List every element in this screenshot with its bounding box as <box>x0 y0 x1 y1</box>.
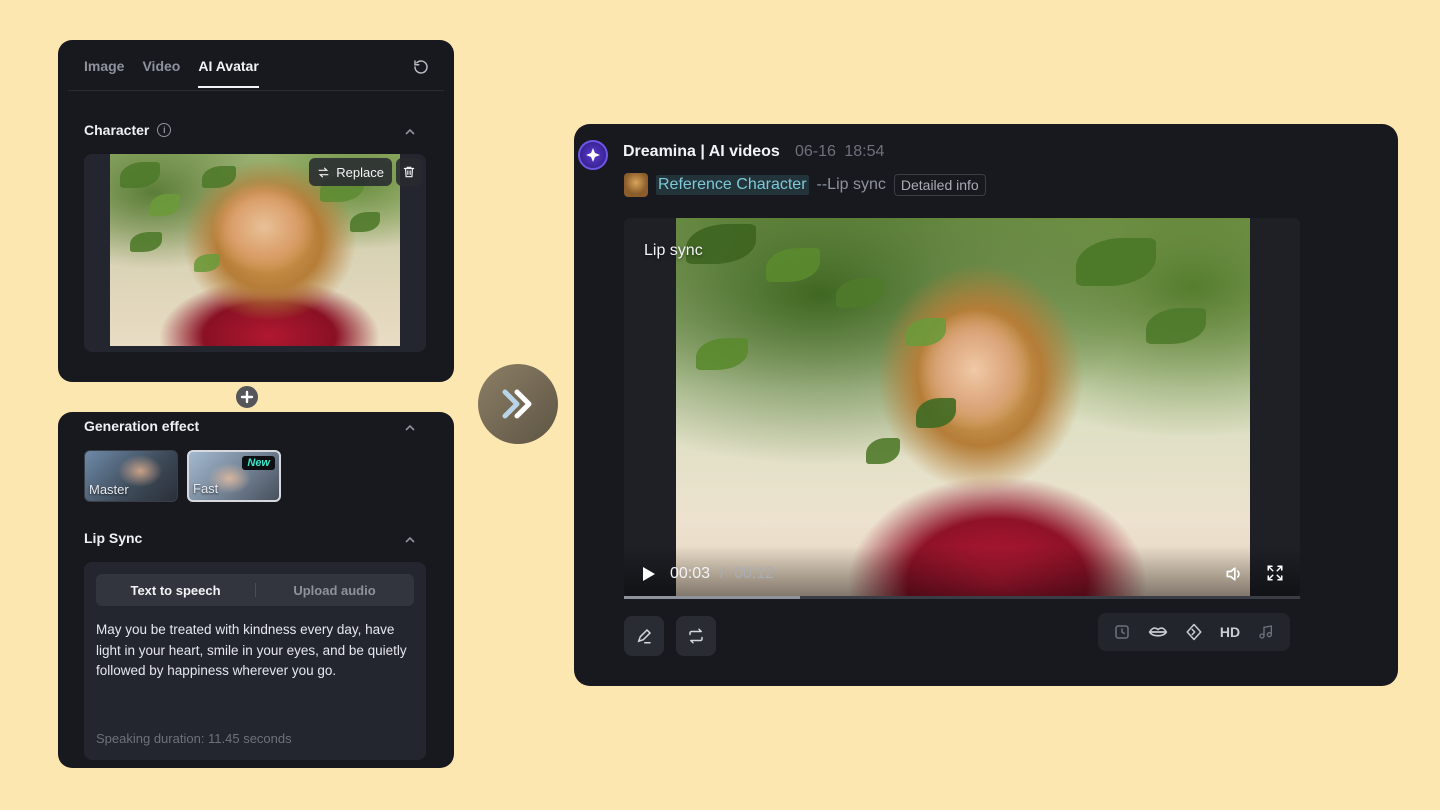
refresh-icon[interactable] <box>412 58 430 76</box>
lips-icon[interactable] <box>1146 620 1170 644</box>
fullscreen-icon[interactable] <box>1266 564 1284 582</box>
time: 18:54 <box>844 143 885 160</box>
diamond-icon[interactable] <box>1182 620 1206 644</box>
chevron-up-icon[interactable] <box>404 534 416 546</box>
pencil-icon <box>637 628 652 644</box>
video-player[interactable]: Lip sync 00:03 / 00:12 <box>624 218 1300 598</box>
replace-button[interactable]: Replace <box>309 158 392 186</box>
video-frame <box>676 218 1250 598</box>
repeat-icon <box>689 628 703 644</box>
replace-label: Replace <box>336 164 384 180</box>
tabs-divider <box>68 90 444 91</box>
date: 06-16 <box>795 143 836 160</box>
character-section-title: Character i <box>84 122 172 138</box>
avatar-settings-panel: Image Video AI Avatar Character i Replac… <box>58 40 454 382</box>
tab-ai-avatar[interactable]: AI Avatar <box>198 58 259 88</box>
chevron-up-icon[interactable] <box>404 126 416 138</box>
result-panel: Dreamina | AI videos 06-16 18:54 Referen… <box>574 124 1398 686</box>
reference-row: Reference Character --Lip sync Detailed … <box>624 173 986 197</box>
segment-divider <box>255 583 256 597</box>
chevron-up-icon[interactable] <box>404 422 416 434</box>
video-controls: 00:03 / 00:12 <box>624 546 1300 598</box>
progress-fill <box>624 596 800 599</box>
current-time: 00:03 <box>670 565 711 582</box>
reference-character-link[interactable]: Reference Character <box>656 175 809 195</box>
detailed-info-button[interactable]: Detailed info <box>893 174 986 196</box>
canvas: Image Video AI Avatar Character i Replac… <box>0 0 1440 810</box>
mode-tabs: Image Video AI Avatar <box>84 58 259 88</box>
video-overlay-label: Lip sync <box>644 242 703 259</box>
mode-upload-audio[interactable]: Upload audio <box>255 574 414 606</box>
generation-panel: Generation effect Master New Fast Lip Sy… <box>58 412 454 768</box>
mode-label: --Lip sync <box>816 176 886 193</box>
hd-button[interactable]: HD <box>1218 620 1242 644</box>
timestamp: 06-16 18:54 <box>795 143 884 161</box>
app-title: Dreamina | AI videos <box>623 143 780 160</box>
video-progress-bar[interactable] <box>624 596 1300 599</box>
trash-icon <box>403 166 415 178</box>
reference-avatar <box>624 173 648 197</box>
character-image-box: Replace <box>84 154 426 352</box>
mode-text-to-speech[interactable]: Text to speech <box>96 574 255 606</box>
play-icon[interactable] <box>642 566 656 582</box>
generation-effect-title: Generation effect <box>84 418 200 434</box>
effect-option-fast[interactable]: New Fast <box>187 450 281 502</box>
speaking-duration: Speaking duration: 11.45 seconds <box>96 731 292 746</box>
time-separator: / <box>720 565 725 582</box>
clock-icon[interactable] <box>1110 620 1134 644</box>
speech-text-input[interactable]: May you be treated with kindness every d… <box>96 620 414 682</box>
volume-icon[interactable] <box>1224 564 1244 584</box>
character-title: Character <box>84 122 150 138</box>
new-badge: New <box>242 456 275 470</box>
regenerate-button[interactable] <box>676 616 716 656</box>
plus-icon <box>234 384 260 410</box>
dreamina-logo-icon <box>578 140 608 170</box>
tab-image[interactable]: Image <box>84 58 124 88</box>
effect-option-label: Master <box>89 482 129 497</box>
effect-option-master[interactable]: Master <box>84 450 178 502</box>
lip-sync-title: Lip Sync <box>84 530 143 546</box>
total-time: 00:12 <box>734 565 775 582</box>
edit-button[interactable] <box>624 616 664 656</box>
swap-icon <box>318 167 329 177</box>
effect-option-label: Fast <box>193 481 219 496</box>
music-icon[interactable] <box>1254 620 1278 644</box>
tab-video[interactable]: Video <box>142 58 180 88</box>
effect-options: Master New Fast <box>84 450 281 502</box>
arrow-right-icon <box>478 364 558 444</box>
delete-button[interactable] <box>396 158 422 186</box>
lip-sync-box: Text to speech Upload audio May you be t… <box>84 562 426 760</box>
info-icon[interactable]: i <box>157 123 172 137</box>
result-toolbar: HD <box>1098 613 1290 651</box>
lip-sync-mode-toggle: Text to speech Upload audio <box>96 574 414 606</box>
